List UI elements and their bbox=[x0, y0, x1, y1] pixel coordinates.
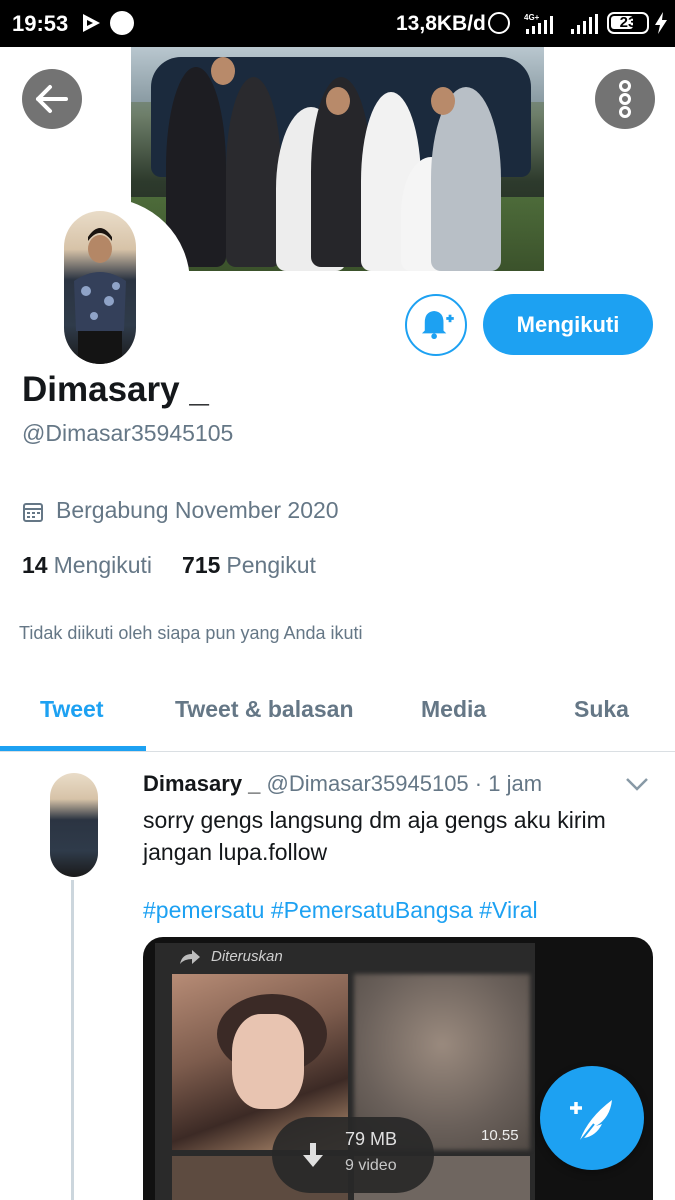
joined-text: Bergabung November 2020 bbox=[56, 497, 339, 523]
play-icon bbox=[83, 14, 100, 32]
svg-text:4G+: 4G+ bbox=[524, 13, 540, 22]
tab-tweet[interactable]: Tweet bbox=[40, 696, 103, 723]
download-button[interactable]: 79 MB 9 video bbox=[272, 1117, 434, 1193]
calendar-icon bbox=[23, 502, 43, 522]
following-button[interactable]: Mengikuti bbox=[483, 294, 653, 355]
profile-tabs: Tweet Tweet & balasan Media Suka bbox=[0, 670, 675, 752]
download-count: 9 video bbox=[345, 1157, 397, 1174]
follow-stats: 14 Mengikuti 715 Pengikut bbox=[22, 552, 346, 579]
tweet-author-name[interactable]: Dimasary _ bbox=[143, 771, 260, 796]
alarm-icon bbox=[488, 12, 510, 34]
profile-handle: @Dimasar35945105 bbox=[22, 420, 234, 446]
tweet-time: 1 jam bbox=[488, 771, 543, 796]
thread-line bbox=[71, 880, 74, 1200]
compose-feather-icon bbox=[570, 1100, 612, 1145]
active-tab-indicator bbox=[0, 746, 146, 751]
charging-icon bbox=[655, 12, 667, 34]
profile-banner-image[interactable] bbox=[131, 47, 544, 271]
tweet-separator: · bbox=[468, 771, 489, 796]
tweet-header: Dimasary _ @Dimasar35945105 · 1 jam bbox=[143, 771, 542, 797]
tweet-author-handle: @Dimasar35945105 bbox=[266, 771, 469, 796]
network-speed: 13,8KB/d bbox=[396, 12, 486, 35]
status-bar: 19:53 13,8KB/d 4G+ 23 bbox=[0, 0, 675, 47]
avatar[interactable] bbox=[64, 211, 136, 364]
mutual-followers-note: Tidak diikuti oleh siapa pun yang Anda i… bbox=[19, 623, 363, 643]
avatar-figure bbox=[74, 228, 126, 364]
notification-bell-button[interactable] bbox=[405, 294, 467, 356]
back-button[interactable] bbox=[22, 69, 82, 129]
tweet-hashtags[interactable]: #pemersatu #PemersatuBangsa #Viral bbox=[143, 897, 538, 924]
followers-stat[interactable]: 715 Pengikut bbox=[182, 552, 316, 579]
tab-media[interactable]: Media bbox=[421, 696, 486, 723]
more-options-button[interactable] bbox=[595, 69, 655, 129]
compose-tweet-button[interactable] bbox=[540, 1066, 644, 1170]
profile-name: Dimasary _ bbox=[22, 370, 209, 409]
signal-icon bbox=[571, 14, 598, 34]
download-size: 79 MB bbox=[345, 1129, 398, 1149]
tweet-avatar[interactable] bbox=[50, 773, 98, 877]
whatsapp-icon bbox=[110, 11, 134, 35]
bell-plus-icon bbox=[421, 310, 454, 340]
battery-icon: 23 bbox=[607, 12, 649, 34]
tab-likes[interactable]: Suka bbox=[574, 696, 629, 723]
forward-icon bbox=[180, 949, 200, 964]
4g-icon: 4G+ bbox=[524, 13, 553, 34]
tab-tweet-replies[interactable]: Tweet & balasan bbox=[175, 696, 354, 723]
forwarded-label: Diteruskan bbox=[179, 948, 283, 965]
chevron-down-icon[interactable] bbox=[625, 776, 649, 792]
status-time: 19:53 bbox=[12, 11, 69, 36]
tweet-text: sorry gengs langsung dm aja gengs aku ki… bbox=[143, 807, 606, 865]
download-icon bbox=[303, 1143, 323, 1167]
more-vertical-icon bbox=[619, 80, 631, 118]
battery-level: 23 bbox=[619, 14, 637, 31]
following-stat[interactable]: 14 Mengikuti bbox=[22, 552, 152, 579]
joined-date: Bergabung November 2020 bbox=[22, 497, 339, 524]
arrow-left-icon bbox=[36, 85, 68, 113]
video-duration: 10.55 bbox=[481, 1127, 519, 1144]
